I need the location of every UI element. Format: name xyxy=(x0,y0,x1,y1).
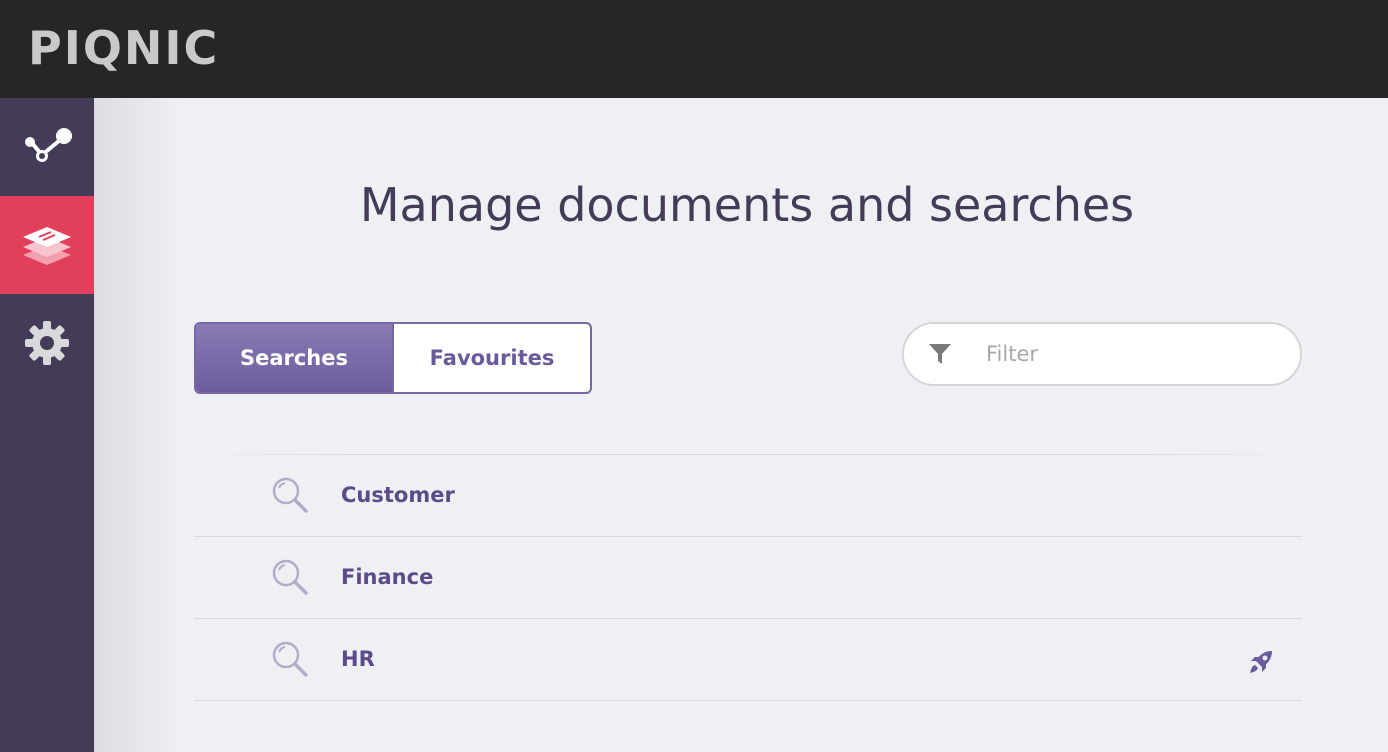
app-logo[interactable]: PIQNIC xyxy=(28,20,219,76)
list-item[interactable]: HR xyxy=(194,619,1302,701)
sidebar-item-settings[interactable] xyxy=(0,294,94,392)
list-item[interactable]: Customer xyxy=(194,455,1302,537)
sidebar xyxy=(0,98,94,752)
search-name: HR xyxy=(341,647,375,671)
search-icon xyxy=(272,641,308,677)
search-name: Finance xyxy=(341,565,434,589)
search-icon xyxy=(272,477,308,513)
sidebar-item-graph[interactable] xyxy=(0,98,94,196)
page-title: Manage documents and searches xyxy=(359,178,1135,232)
search-icon xyxy=(272,559,308,595)
graph-nodes-icon xyxy=(25,128,72,162)
tab-searches[interactable]: Searches xyxy=(196,324,392,392)
layers-icon xyxy=(23,227,71,265)
search-name: Customer xyxy=(341,483,455,507)
list-item[interactable]: Finance xyxy=(194,537,1302,619)
view-toggle: Searches Favourites xyxy=(194,322,592,394)
rocket-icon[interactable] xyxy=(1248,649,1274,675)
gear-icon xyxy=(25,321,69,365)
funnel-icon xyxy=(926,340,954,368)
sidebar-item-documents[interactable] xyxy=(0,196,94,294)
top-bar: PIQNIC xyxy=(0,0,1388,98)
filter-box xyxy=(902,322,1302,386)
searches-list: Customer Finance HR xyxy=(194,454,1302,701)
filter-input[interactable] xyxy=(984,341,1288,367)
tab-favourites[interactable]: Favourites xyxy=(392,324,590,392)
